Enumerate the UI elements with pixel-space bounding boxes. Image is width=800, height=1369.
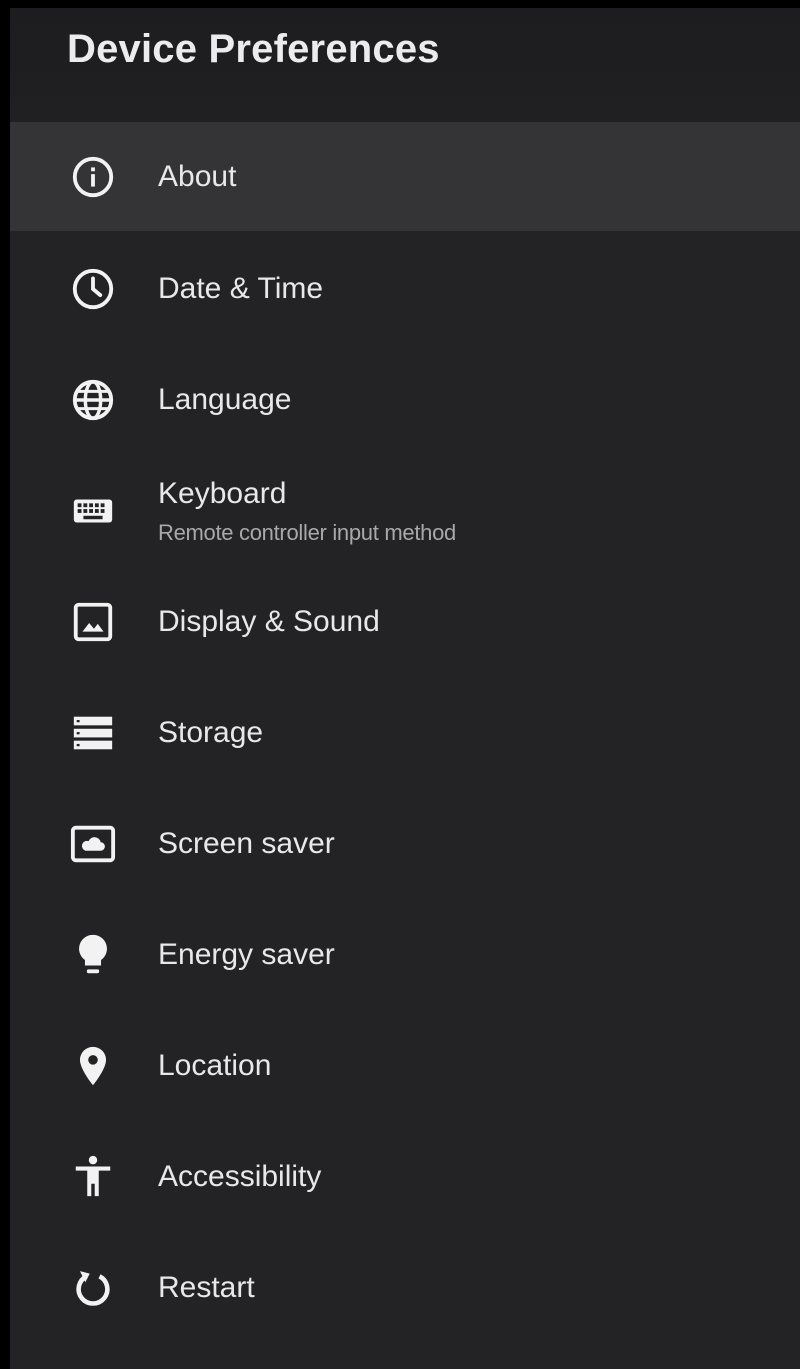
menu-item-energy-saver[interactable]: Energy saver [10, 899, 800, 1010]
storage-icon [68, 708, 118, 758]
menu-item-label: Restart [158, 1270, 255, 1304]
restart-icon [68, 1263, 118, 1313]
page-title: Device Preferences [67, 27, 440, 71]
menu-item-label: Date & Time [158, 271, 324, 305]
menu-item-location[interactable]: Location [10, 1010, 800, 1121]
menu-item-accessibility[interactable]: Accessibility [10, 1121, 800, 1232]
globe-icon [68, 375, 118, 425]
menu-item-screen-saver[interactable]: Screen saver [10, 788, 800, 899]
menu-item-label: Display & Sound [158, 604, 380, 638]
menu-item-label: Language [158, 382, 292, 416]
menu-item-restart[interactable]: Restart [10, 1232, 800, 1343]
menu-item-language[interactable]: Language [10, 344, 800, 455]
clock-icon [68, 264, 118, 314]
menu-item-display-sound[interactable]: Display & Sound [10, 566, 800, 677]
menu-item-label: Keyboard [158, 476, 287, 510]
screensaver-icon [68, 819, 118, 869]
info-icon [68, 152, 118, 202]
menu-item-label: About [158, 159, 237, 193]
menu-item-about[interactable]: About [10, 122, 800, 231]
menu-item-label: Storage [158, 715, 264, 749]
menu-item-label: Location [158, 1048, 272, 1082]
menu-item-label: Screen saver [158, 826, 335, 860]
menu-item-sublabel: Remote controller input method [158, 519, 456, 545]
keyboard-icon [68, 486, 118, 536]
lightbulb-icon [68, 930, 118, 980]
accessibility-icon [68, 1152, 118, 1202]
menu-item-date-time[interactable]: Date & Time [10, 233, 800, 344]
image-icon [68, 597, 118, 647]
menu-item-keyboard[interactable]: Keyboard Remote controller input method [10, 455, 800, 566]
device-preferences-screen: Device Preferences About Date & Time Lan… [10, 8, 800, 1369]
menu-item-label: Accessibility [158, 1159, 322, 1193]
preferences-menu: About Date & Time Language Keyboard Remo… [10, 122, 800, 1343]
menu-item-storage[interactable]: Storage [10, 677, 800, 788]
header: Device Preferences [10, 8, 800, 122]
location-pin-icon [68, 1041, 118, 1091]
menu-item-label: Energy saver [158, 937, 335, 971]
